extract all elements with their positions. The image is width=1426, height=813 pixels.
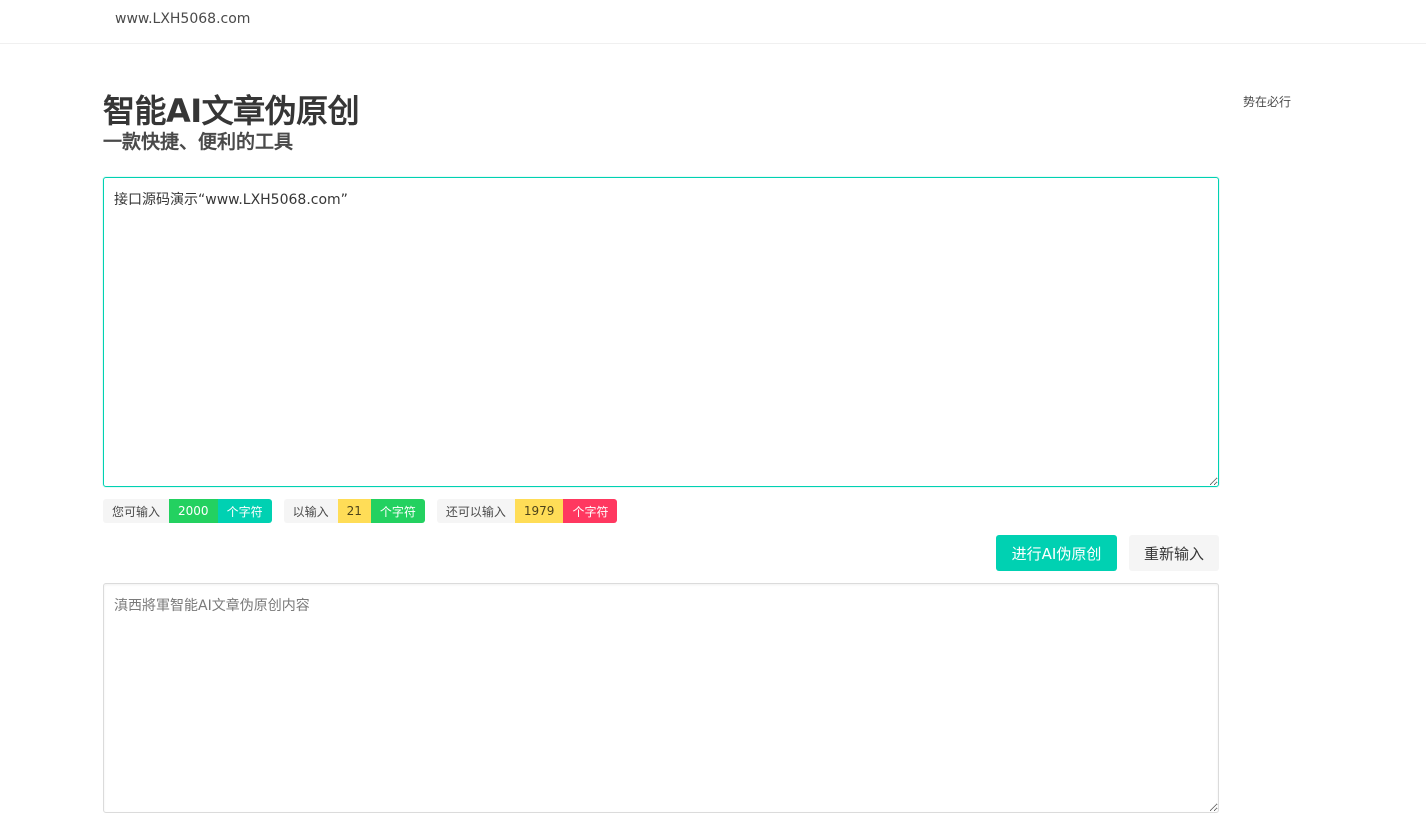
page-subtitle: 一款快捷、便利的工具 (103, 131, 294, 153)
counter-value: 21 (337, 499, 371, 523)
page-title: 智能AI文章伪原创 (103, 92, 360, 130)
counter-label: 您可输入 (103, 499, 170, 523)
character-counters: 您可输入 2000 个字符 以输入 21 个字符 还可以输入 1979 个字符 (103, 499, 618, 523)
counter-value: 1979 (514, 499, 564, 523)
rewrite-button[interactable]: 进行AI伪原创 (996, 535, 1117, 571)
counter-value: 2000 (169, 499, 218, 523)
counter-label: 以输入 (283, 499, 338, 523)
top-navbar: www.LXH5068.com (0, 0, 1426, 44)
counter-label: 还可以输入 (436, 499, 515, 523)
source-text-input[interactable]: 接口源码演示“www.LXH5068.com” (103, 177, 1219, 487)
brand-link[interactable]: www.LXH5068.com (115, 10, 250, 28)
entered-chars-counter: 以输入 21 个字符 (283, 499, 425, 523)
remaining-chars-counter: 还可以输入 1979 个字符 (436, 499, 618, 523)
counter-unit: 个字符 (563, 499, 618, 523)
side-note: 势在必行 (1243, 95, 1292, 109)
reset-button[interactable]: 重新输入 (1129, 535, 1219, 571)
counter-unit: 个字符 (217, 499, 272, 523)
rewritten-output-area[interactable] (103, 583, 1219, 813)
counter-unit: 个字符 (370, 499, 425, 523)
max-chars-counter: 您可输入 2000 个字符 (103, 499, 272, 523)
